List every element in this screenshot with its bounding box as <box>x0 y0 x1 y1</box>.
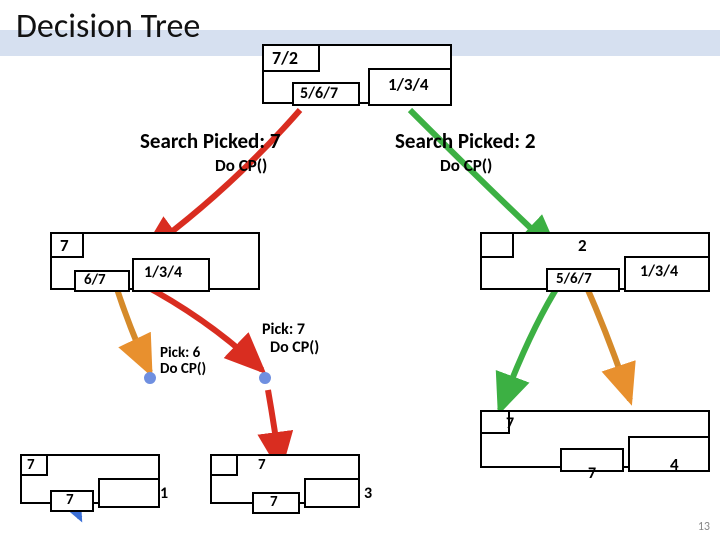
search-right-heading: Search Picked: 2 <box>395 128 536 154</box>
pick7-line2: Do CP() <box>270 338 319 357</box>
node-2-label: 2 <box>578 235 587 256</box>
bottom-a-child-label: 7 <box>66 491 74 509</box>
search-left-action: Do CP() <box>215 155 267 176</box>
bottom-c-child-left-label: 7 <box>588 464 596 483</box>
root-child-right-label: 1/3/4 <box>388 74 428 95</box>
bottom-b-child-label: 7 <box>270 493 278 511</box>
node-7-child-left-label: 6/7 <box>84 271 106 289</box>
search-right-action: Do CP() <box>440 155 492 176</box>
root-label: 7/2 <box>272 47 298 69</box>
node-7-child-right-label: 1/3/4 <box>144 263 182 282</box>
node-2-child-right-label: 1/3/4 <box>640 262 678 281</box>
search-left-heading: Search Picked: 7 <box>140 128 281 154</box>
pick7-line1: Pick: 7 <box>262 320 305 339</box>
node-7-label: 7 <box>60 235 69 256</box>
bottom-b-label-box <box>210 454 238 476</box>
bottom-c-child-right-label: 4 <box>670 454 679 475</box>
bottom-c-label: 7 <box>506 414 514 433</box>
bottom-a-sibling-label: 1 <box>160 484 168 503</box>
node-2-child-left-label: 5/6/7 <box>556 270 592 288</box>
bottom-b-label: 7 <box>258 456 266 474</box>
bottom-b-sibling <box>304 478 360 508</box>
bottom-c-child-right <box>628 436 710 472</box>
page-number: 13 <box>698 520 710 534</box>
node-2-label-box <box>480 232 514 258</box>
bottom-a-label: 7 <box>27 456 35 474</box>
root-child-left-label: 5/6/7 <box>300 84 338 103</box>
pick6-line2: Do CP() <box>160 360 206 378</box>
bottom-a-sibling <box>98 478 160 508</box>
bottom-b-sibling-label: 3 <box>364 484 372 503</box>
